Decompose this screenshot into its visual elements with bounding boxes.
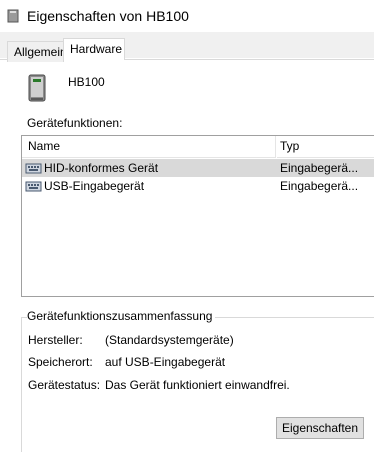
list-item-type: Eingabegerä... — [280, 179, 359, 193]
tab-hardware[interactable]: Hardware — [63, 38, 125, 60]
window-title: Eigenschaften von HB100 — [27, 8, 189, 24]
hid-device-icon — [25, 163, 42, 174]
location-value: auf USB-Eingabegerät — [105, 355, 226, 369]
list-item-type: Eingabegerä... — [280, 161, 359, 175]
device-icon — [7, 9, 19, 23]
column-header-name[interactable]: Name — [22, 136, 276, 158]
summary-title: Gerätefunktionszusammenfassung — [27, 309, 216, 323]
hid-device-icon — [25, 181, 42, 192]
list-item-name: HID-konformes Gerät — [44, 161, 159, 175]
tab-allgemein[interactable]: Allgemein — [7, 41, 67, 62]
properties-button[interactable]: Eigenschaften — [276, 417, 364, 439]
status-value: Das Gerät funktioniert einwandfrei. — [105, 378, 290, 392]
list-item-name: USB-Eingabegerät — [44, 179, 145, 193]
column-header-type[interactable]: Typ — [277, 136, 374, 158]
list-item[interactable]: USB-Eingabegerät Eingabegerä... — [22, 177, 374, 195]
manufacturer-value: (Standardsystemgeräte) — [105, 333, 234, 347]
list-item[interactable]: HID-konformes Gerät Eingabegerä... — [22, 159, 374, 177]
status-label: Gerätestatus: — [28, 378, 101, 392]
device-functions-list[interactable]: Name Typ HID-konformes Gerät Eingabegerä… — [21, 135, 374, 297]
hid-device-icon — [28, 74, 46, 102]
device-functions-label: Gerätefunktionen: — [27, 116, 123, 130]
device-name: HB100 — [68, 75, 105, 89]
location-label: Speicherort: — [28, 355, 93, 369]
manufacturer-label: Hersteller: — [28, 333, 83, 347]
